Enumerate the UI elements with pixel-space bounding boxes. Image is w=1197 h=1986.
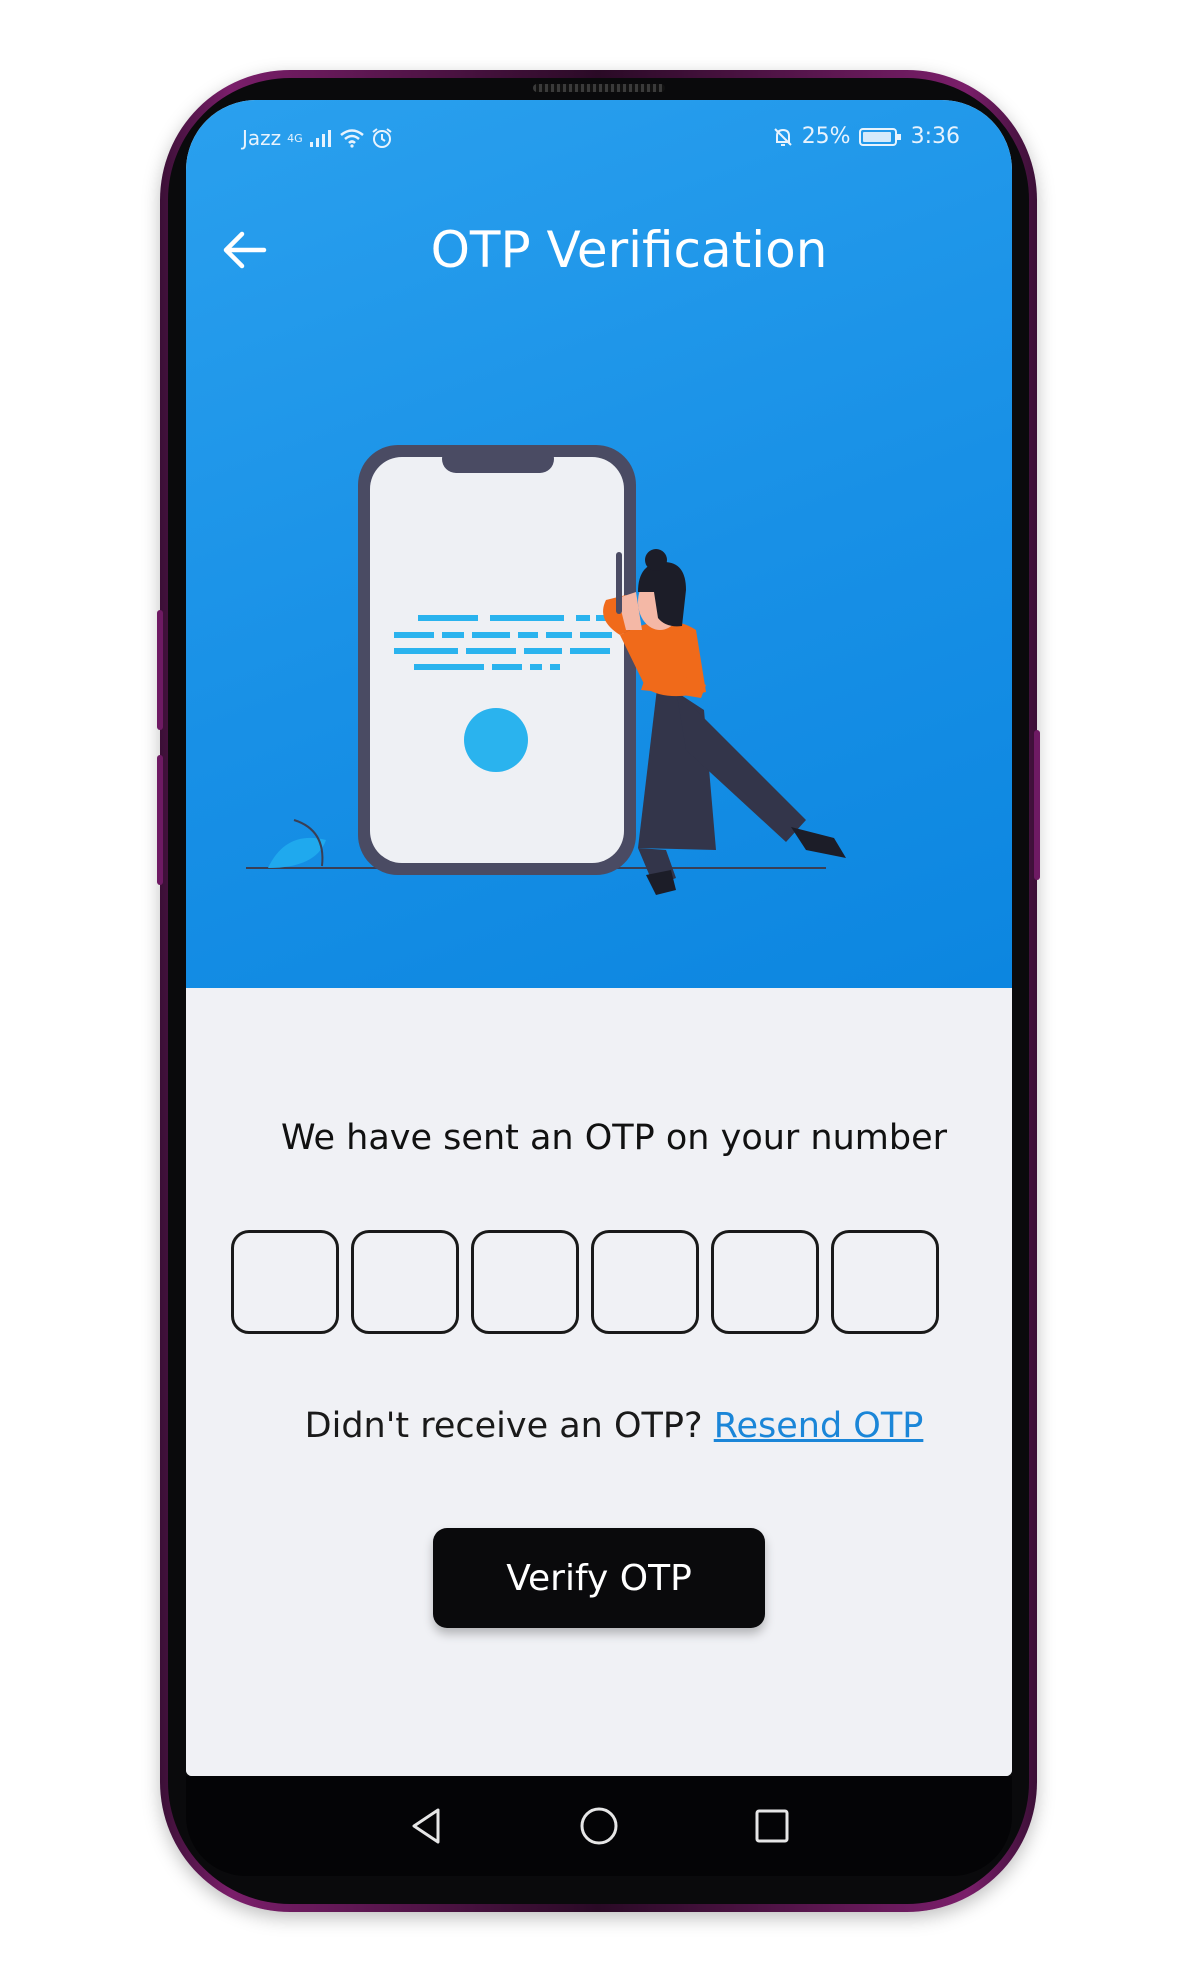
otp-illustration	[246, 445, 846, 895]
network-type: 4G	[287, 131, 303, 145]
otp-form: We have sent an OTP on your number Didn'…	[186, 988, 1012, 1776]
android-nav-bar	[186, 1776, 1012, 1876]
mute-bell-icon	[773, 127, 792, 146]
battery-icon	[858, 127, 901, 146]
otp-input-row	[231, 1230, 939, 1334]
phone-drawing	[358, 445, 636, 875]
otp-digit-input[interactable]	[231, 1230, 339, 1334]
otp-digit-input[interactable]	[591, 1230, 699, 1334]
leaf-decoration	[268, 819, 326, 868]
otp-digit-input[interactable]	[471, 1230, 579, 1334]
app-screen: Jazz 4G 25% 3:36 OTP Verification We hav…	[186, 100, 1012, 1776]
phone-side-button	[157, 610, 163, 730]
clock-time: 3:36	[910, 124, 960, 149]
square-recents-icon[interactable]	[750, 1804, 794, 1848]
app-header: OTP Verification	[186, 210, 1012, 290]
otp-digit-input[interactable]	[351, 1230, 459, 1334]
verify-otp-button[interactable]: Verify OTP	[433, 1528, 765, 1628]
wifi-icon	[339, 129, 364, 148]
resend-otp-link[interactable]: Resend OTP	[714, 1406, 924, 1446]
signal-icon	[309, 130, 331, 147]
resend-row: Didn't receive an OTP? Resend OTP	[186, 1406, 1012, 1446]
battery-percent: 25%	[801, 124, 851, 149]
otp-sent-message: We have sent an OTP on your number	[280, 1118, 948, 1158]
otp-digit-input[interactable]	[831, 1230, 939, 1334]
triangle-back-icon[interactable]	[404, 1804, 448, 1848]
otp-digit-input[interactable]	[711, 1230, 819, 1334]
hero-banner: Jazz 4G 25% 3:36 OTP Verification	[186, 100, 1012, 988]
carrier-label: Jazz	[242, 126, 282, 150]
circle-home-icon[interactable]	[577, 1804, 621, 1848]
alarm-icon	[372, 128, 392, 148]
resend-prompt: Didn't receive an OTP?	[304, 1406, 703, 1446]
woman-figure	[603, 549, 846, 895]
phone-side-button	[157, 755, 163, 885]
phone-speaker	[533, 84, 665, 92]
status-bar: Jazz 4G 25% 3:36	[186, 100, 1012, 178]
page-title: OTP Verification	[430, 221, 828, 279]
phone-side-button	[1034, 730, 1040, 880]
